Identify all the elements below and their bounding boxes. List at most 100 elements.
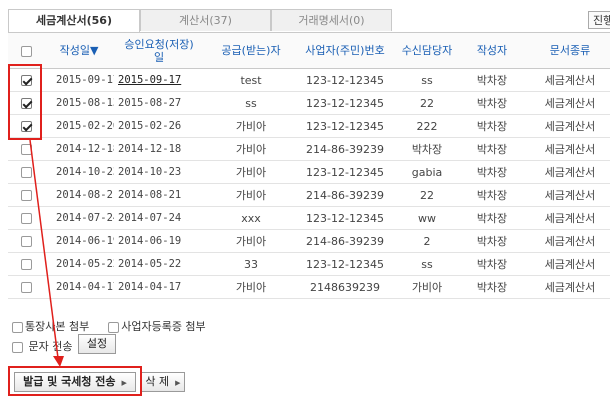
cell-approval: 2014-12-18 [114,137,204,161]
cell-approval: 2014-04-17 [114,275,204,299]
cell-date: 2014-05-22 [44,252,114,276]
cell-writer: 박차장 [462,183,522,207]
cell-date: 2014-04-17 [44,275,114,299]
header-approval-date: 승인요청(저장)일 [114,33,204,69]
attach-bizreg-checkbox[interactable] [108,321,120,333]
cell-writer: 박차장 [462,229,522,253]
cell-approval[interactable]: 2015-09-17 [114,68,204,92]
cell-date: 2014-08-21 [44,183,114,207]
select-all-checkbox[interactable] [20,45,32,57]
cell-doc-type: 세금계산서 [522,275,610,299]
header-doc-type: 문서종류 [522,33,610,69]
cell-supplier: ss [204,91,298,115]
attach-bizreg-label: 사업자등록증 첨부 [121,320,206,333]
table-row[interactable]: 2014-06-19 2014-06-19 가비아 214-86-39239 2 박차장 세… [8,229,610,253]
status-select[interactable]: 진행 [588,11,610,29]
row-select-cell [8,183,44,207]
table-row[interactable]: 2014-08-21 2014-08-21 가비아 214-86-39239 22 박차장… [8,183,610,207]
cell-doc-type: 세금계산서 [522,91,610,115]
attach-bankbook-checkbox[interactable] [12,321,23,333]
cell-doc-type: 세금계산서 [522,183,610,207]
cell-biz-no: 214-86-39239 [298,229,392,253]
header-biz-number: 사업자(주민)번호 [298,33,392,69]
row-checkbox[interactable] [20,259,32,270]
cell-biz-no: 214-86-39239 [298,137,392,161]
cell-recipient: gabia [392,160,462,184]
cell-biz-no: 2148639239 [298,275,392,299]
row-select-cell [8,137,44,161]
cell-date: 2015-08-13 [44,91,114,115]
cell-supplier: 가비아 [204,229,298,253]
header-recipient: 수신담당자 [392,33,462,69]
header-date[interactable]: 작성일▼ [44,33,114,69]
table-row[interactable]: 2015-09-17 2015-09-17 test 123-12-12345 ss 박차… [8,68,610,92]
delete-label: 삭 제 [145,375,170,388]
cell-date: 2014-06-19 [44,229,114,253]
header-supplier: 공급(받는)자 [204,33,298,69]
row-checkbox[interactable] [20,190,32,201]
cell-doc-type: 세금계산서 [522,114,610,138]
cell-recipient: 가비아 [392,275,462,299]
row-checkbox[interactable] [20,167,32,178]
cell-recipient: ss [392,68,462,92]
cell-approval: 2014-10-23 [114,160,204,184]
row-checkbox[interactable] [20,236,32,247]
cell-biz-no: 123-12-12345 [298,91,392,115]
sms-send-label: 문자 전송 [28,340,73,353]
cell-approval: 2015-02-26 [114,114,204,138]
chevron-right-icon: ▶ [175,379,181,387]
cell-recipient: 2 [392,229,462,253]
cell-biz-no: 123-12-12345 [298,160,392,184]
attach-options: 통장사본 첨부 사업자등록증 첨부 [12,318,206,334]
row-checkbox[interactable] [20,213,32,224]
cell-writer: 박차장 [462,137,522,161]
cell-date: 2014-12-18 [44,137,114,161]
table-row[interactable]: 2015-02-26 2015-02-26 가비아 123-12-12345 222 박차… [8,114,610,138]
row-checkbox[interactable] [20,282,32,293]
cell-biz-no: 123-12-12345 [298,114,392,138]
row-select-cell [8,275,44,299]
table-row[interactable]: 2014-04-17 2014-04-17 가비아 2148639239 가비아 박차장 세… [8,275,610,299]
tab-tax-invoice[interactable]: 세금계산서(56) [8,9,140,33]
cell-doc-type: 세금계산서 [522,137,610,161]
table-row[interactable]: 2014-05-22 2014-05-22 33 123-12-12345 ss 박차장 세… [8,252,610,276]
cell-approval: 2014-06-19 [114,229,204,253]
sms-send-checkbox[interactable] [12,341,23,353]
cell-biz-no: 123-12-12345 [298,68,392,92]
table-row[interactable]: 2014-10-23 2014-10-23 가비아 123-12-12345 gabia… [8,160,610,184]
settings-button[interactable]: 설정 [78,334,116,354]
cell-supplier: test [204,68,298,92]
tab-invoice[interactable]: 계산서(37) [140,9,271,31]
cell-writer: 박차장 [462,91,522,115]
table-row[interactable]: 2014-07-24 2014-07-24 xxx 123-12-12345 ww 박차장… [8,206,610,230]
cell-date: 2015-09-17 [44,68,114,92]
cell-biz-no: 214-86-39239 [298,183,392,207]
checkbox-highlight [8,64,42,140]
cell-supplier: 가비아 [204,137,298,161]
cell-supplier: 33 [204,252,298,276]
cell-supplier: 가비아 [204,275,298,299]
cell-recipient: ww [392,206,462,230]
tab-transaction-statement[interactable]: 거래명세서(0) [271,9,392,31]
delete-button[interactable]: 삭 제 ▶ [141,372,185,392]
row-select-cell [8,229,44,253]
cell-approval: 2014-07-24 [114,206,204,230]
cell-approval: 2014-08-21 [114,183,204,207]
cell-recipient: 박차장 [392,137,462,161]
table-row[interactable]: 2014-12-18 2014-12-18 가비아 214-86-39239 박차장 박차… [8,137,610,161]
cell-doc-type: 세금계산서 [522,160,610,184]
cell-doc-type: 세금계산서 [522,229,610,253]
cell-recipient: 22 [392,183,462,207]
cell-recipient: 222 [392,114,462,138]
cell-date: 2014-07-24 [44,206,114,230]
row-select-cell [8,206,44,230]
table-row[interactable]: 2015-08-13 2015-08-27 ss 123-12-12345 22 박차장 세… [8,91,610,115]
sms-option: 문자 전송 [12,338,72,354]
table-header-row: 작성일▼ 승인요청(저장)일 공급(받는)자 사업자(주민)번호 수신담당자 작… [8,33,610,69]
cell-supplier: 가비아 [204,160,298,184]
cell-writer: 박차장 [462,160,522,184]
cell-doc-type: 세금계산서 [522,252,610,276]
row-checkbox[interactable] [20,144,32,155]
cell-date: 2014-10-23 [44,160,114,184]
cell-date: 2015-02-26 [44,114,114,138]
